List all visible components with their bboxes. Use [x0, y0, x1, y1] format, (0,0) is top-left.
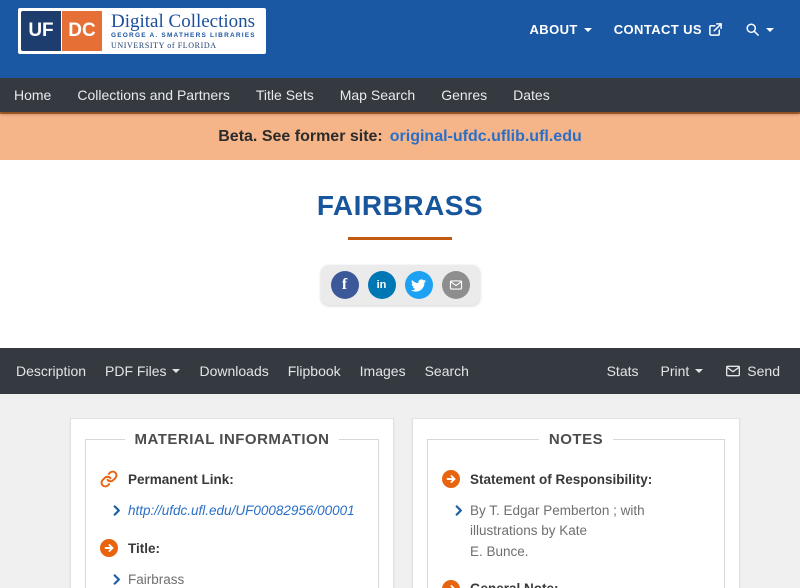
chevron-right-icon [455, 505, 462, 516]
header-menu: ABOUT CONTACT US [530, 22, 774, 37]
site-header: UF DC Digital Collections GEORGE A. SMAT… [0, 0, 800, 78]
tab-search[interactable]: Search [425, 363, 469, 379]
material-information-title: MATERIAL INFORMATION [134, 431, 330, 448]
notes-title: NOTES [548, 431, 604, 448]
tab-pdf-files[interactable]: PDF Files [105, 363, 181, 379]
twitter-share-button[interactable] [404, 271, 433, 299]
toolbar-left-group: Description PDF Files Downloads Flipbook… [16, 363, 469, 379]
arrow-circle-icon [442, 579, 460, 588]
tab-flipbook[interactable]: Flipbook [288, 363, 341, 379]
envelope-icon [726, 365, 741, 377]
arrow-circle-icon [100, 539, 118, 558]
field-general-note: General Note: "Some press opinions on th… [442, 579, 710, 588]
facebook-share-button[interactable]: f [330, 271, 359, 299]
title-value: Fairbrass [128, 572, 185, 588]
about-label: ABOUT [529, 22, 578, 37]
field-label: Title: [128, 540, 161, 556]
link-icon [100, 470, 118, 488]
field-statement-of-responsibility: Statement of Responsibility: By T. Edgar… [442, 470, 710, 562]
contact-us-link[interactable]: CONTACT US [614, 22, 723, 37]
field-label: General Note: [470, 581, 559, 588]
former-site-link[interactable]: original-ufdc.uflib.ufl.edu [390, 128, 582, 146]
field-label: Permanent Link: [128, 471, 234, 487]
logo-subtitle-university: UNIVERSITY of FLORIDA [111, 40, 217, 50]
tab-images[interactable]: Images [360, 363, 406, 379]
tab-downloads[interactable]: Downloads [199, 363, 268, 379]
chevron-right-icon [113, 505, 120, 516]
logo-subtitle-libraries: GEORGE A. SMATHERS LIBRARIES [111, 32, 256, 40]
caret-down-icon [695, 369, 704, 373]
chevron-right-icon [113, 574, 120, 585]
about-menu[interactable]: ABOUT [530, 22, 592, 37]
nav-item-dates[interactable]: Dates [513, 87, 550, 103]
email-share-button[interactable] [441, 271, 470, 299]
content-area: MATERIAL INFORMATION Permanent Link: htt… [0, 394, 800, 588]
nav-item-collections-and-partners[interactable]: Collections and Partners [77, 87, 230, 103]
search-menu[interactable] [745, 22, 774, 37]
statement-of-responsibility-value: By T. Edgar Pemberton ; with illustratio… [470, 503, 645, 559]
twitter-icon [411, 278, 426, 292]
nav-item-title-sets[interactable]: Title Sets [256, 87, 314, 103]
toolbar-right-group: Stats Print Send [607, 363, 780, 379]
beta-banner: Beta. See former site: original-ufdc.ufl… [0, 112, 800, 160]
title-underline [348, 237, 452, 240]
nav-item-home[interactable]: Home [14, 87, 51, 103]
nav-item-genres[interactable]: Genres [441, 87, 487, 103]
linkedin-share-button[interactable]: in [367, 271, 396, 299]
title-zone: FAIRBRASS f in [0, 160, 800, 348]
facebook-icon: f [341, 276, 348, 293]
field-label: Statement of Responsibility: [470, 471, 653, 487]
share-bar: f in [320, 265, 480, 305]
caret-down-icon [766, 27, 774, 32]
ufdc-logo[interactable]: UF DC Digital Collections GEORGE A. SMAT… [18, 8, 266, 54]
field-permanent-link: Permanent Link: http://ufdc.ufl.edu/UF00… [100, 470, 364, 521]
search-icon [746, 23, 759, 36]
dc-logo-square: DC [62, 11, 102, 51]
logo-title: Digital Collections [111, 11, 256, 33]
field-title: Title: Fairbrass [100, 539, 364, 588]
notes-panel: NOTES Statement of Responsibility: By T.… [412, 418, 740, 588]
caret-down-icon [172, 369, 181, 373]
material-information-panel: MATERIAL INFORMATION Permanent Link: htt… [70, 418, 394, 588]
caret-down-icon [583, 27, 592, 32]
logo-text: Digital Collections GEORGE A. SMATHERS L… [111, 12, 256, 50]
permanent-link-url[interactable]: http://ufdc.ufl.edu/UF00082956/00001 [128, 501, 355, 521]
tab-description[interactable]: Description [16, 363, 86, 379]
print-button[interactable]: Print [661, 363, 704, 379]
external-link-icon [709, 23, 722, 36]
uf-logo-square: UF [21, 11, 61, 51]
contact-us-label: CONTACT US [613, 22, 702, 37]
linkedin-icon: in [376, 279, 387, 291]
send-button[interactable]: Send [725, 363, 780, 379]
main-nav: Home Collections and Partners Title Sets… [0, 78, 800, 112]
nav-item-map-search[interactable]: Map Search [340, 87, 415, 103]
page-title: FAIRBRASS [316, 190, 484, 221]
beta-banner-text: Beta. See former site: [218, 128, 383, 145]
stats-button[interactable]: Stats [607, 363, 639, 379]
item-toolbar: Description PDF Files Downloads Flipbook… [0, 348, 800, 394]
arrow-circle-icon [442, 470, 460, 488]
email-icon [449, 280, 462, 290]
